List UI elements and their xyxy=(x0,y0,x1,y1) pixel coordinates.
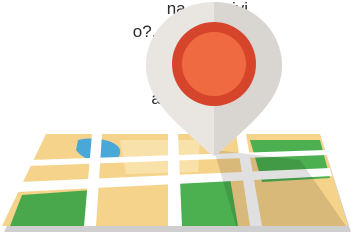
map-grass-left xyxy=(10,190,96,226)
pin-core xyxy=(182,32,246,96)
illustration-canvas: na que vivi o?. Parece da por unha ncart… xyxy=(0,0,351,246)
map-pin-illustration xyxy=(2,2,351,232)
